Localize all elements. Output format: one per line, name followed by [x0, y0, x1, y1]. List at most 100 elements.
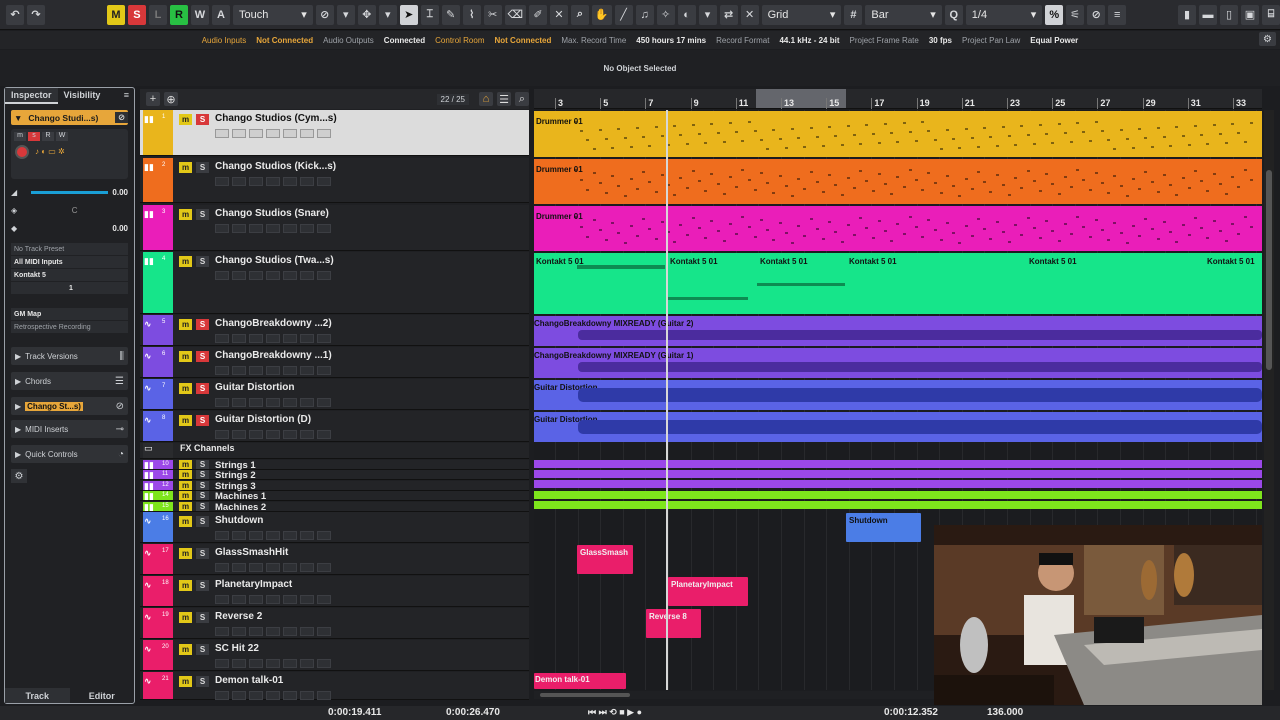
channel-settings-button[interactable] — [266, 659, 280, 668]
monitor-button[interactable] — [232, 224, 246, 233]
write-button[interactable] — [300, 398, 314, 407]
quantize-icon[interactable]: Q — [944, 4, 963, 25]
record-enable-button[interactable] — [215, 659, 229, 668]
expand-button[interactable] — [317, 224, 331, 233]
erase-tool-icon[interactable]: ⌫ — [504, 4, 526, 25]
solo-button[interactable]: S — [196, 612, 209, 623]
channel-settings-button[interactable] — [266, 366, 280, 375]
solo-mode-button[interactable]: S — [127, 4, 146, 25]
toolbar-menu-icon[interactable]: ≡ — [1108, 4, 1127, 25]
channel-field[interactable]: 1 — [11, 282, 128, 294]
read-button[interactable] — [283, 398, 297, 407]
track-name[interactable]: Chango Studios (Twa...s) — [215, 255, 334, 266]
track-row[interactable]: ∿ 19 m S Reverse 2 — [140, 608, 529, 639]
section-midi-inserts[interactable]: ▶ MIDI Inserts ⊸ — [11, 420, 128, 438]
track-row[interactable]: ∿ 18 m S PlanetaryImpact — [140, 576, 529, 607]
solo-button[interactable]: S — [196, 114, 209, 125]
add-track-icon[interactable]: + — [146, 92, 160, 106]
object-selection-tool-icon[interactable]: ➤ — [399, 4, 418, 25]
channel-settings-button[interactable] — [266, 129, 280, 138]
record-enable-button[interactable] — [215, 595, 229, 604]
track-name[interactable]: Chango Studios (Kick...s) — [215, 161, 336, 172]
read-button[interactable] — [283, 659, 297, 668]
read-button[interactable] — [283, 691, 297, 700]
lane-machines-1[interactable] — [534, 491, 1262, 499]
mute-button[interactable]: m — [179, 114, 192, 125]
record-enable-button[interactable] — [215, 563, 229, 572]
write-button[interactable] — [300, 271, 314, 280]
expand-button[interactable] — [317, 271, 331, 280]
automation-options-icon[interactable]: ▾ — [336, 4, 355, 25]
track-row[interactable]: ∿ 20 m S SC Hit 22 — [140, 640, 529, 671]
gear-icon[interactable]: ⚙ — [1259, 32, 1276, 46]
monitor-icon[interactable]: ♪ ◐ ▭ ✲ — [35, 147, 65, 156]
automation-panel-button[interactable]: A — [211, 4, 230, 25]
write-button[interactable] — [300, 691, 314, 700]
section-chords[interactable]: ▶ Chords ☰ — [11, 372, 128, 390]
track-row[interactable]: ▮▮ 2 m S Chango Studios (Kick...s) — [140, 158, 529, 203]
tab-inspector[interactable]: Inspector — [5, 88, 58, 104]
scroll-thumb[interactable] — [1266, 170, 1272, 370]
add-folder-icon[interactable]: ⊕ — [164, 92, 178, 106]
audio-inputs-value[interactable]: Not Connected — [256, 36, 313, 45]
lane-breakdown-2[interactable]: ChangoBreakdowny MIXREADY (Guitar 2) — [534, 316, 1262, 346]
tempo-value[interactable]: 136.000 — [987, 707, 1023, 718]
grid-icon[interactable]: # — [844, 4, 863, 25]
drum-map-field[interactable]: GM Map — [11, 308, 128, 320]
edit-button[interactable] — [249, 366, 263, 375]
read-button[interactable] — [283, 129, 297, 138]
delay-row[interactable]: ◆ 0.00 — [11, 219, 128, 237]
lane-machines-2[interactable] — [534, 501, 1262, 509]
track-row[interactable]: ▮▮ 1 m S Chango Studios (Cym...s) — [140, 110, 529, 156]
record-enable-icon[interactable] — [15, 145, 29, 159]
delete-tool-icon[interactable]: ✕ — [549, 4, 568, 25]
record-enable-button[interactable] — [215, 531, 229, 540]
track-row[interactable]: ∿ 7 m S Guitar Distortion — [140, 379, 529, 410]
window-layout-icon[interactable]: ⌸ — [1262, 4, 1280, 25]
channel-settings-button[interactable] — [266, 563, 280, 572]
record-enable-button[interactable] — [215, 334, 229, 343]
lower-zone-icon[interactable]: ▬ — [1199, 4, 1217, 25]
track-name[interactable]: FX Channels — [180, 443, 235, 453]
edit-button[interactable] — [249, 563, 263, 572]
track-row[interactable]: ∿ 6 m S ChangoBreakdowny ...1) — [140, 347, 529, 378]
edit-button[interactable] — [249, 224, 263, 233]
solo-button[interactable]: S — [196, 548, 209, 559]
lane-twang[interactable]: Kontakt 5 01 Kontakt 5 01 Kontakt 5 01 K… — [534, 253, 1262, 314]
mute-button[interactable]: m — [179, 644, 192, 655]
track-row[interactable]: ∿ 8 m S Guitar Distortion (D) — [140, 411, 529, 442]
edit-instrument-icon[interactable]: ⊘ — [115, 112, 128, 123]
volume-row[interactable]: ◢ 0.00 — [11, 183, 128, 201]
channel-settings-button[interactable] — [266, 224, 280, 233]
solo-button[interactable]: S — [196, 516, 209, 527]
lane-guitar-distortion-d[interactable]: Guitar Distortion — [534, 412, 1262, 442]
expand-button[interactable] — [317, 177, 331, 186]
section-track-versions[interactable]: ▶ Track Versions ⫼ — [11, 347, 128, 365]
record-enable-button[interactable] — [215, 398, 229, 407]
monitor-button[interactable] — [232, 366, 246, 375]
channel-settings-button[interactable] — [266, 430, 280, 439]
home-icon[interactable]: ⌂ — [479, 92, 493, 106]
monitor-button[interactable] — [232, 691, 246, 700]
undo-icon[interactable]: ↶ — [6, 4, 24, 25]
monitor-button[interactable] — [232, 398, 246, 407]
mute-button[interactable]: m — [179, 209, 192, 220]
timewarp-tool-icon[interactable]: ✧ — [656, 4, 675, 25]
left-zone-icon[interactable]: ▮ — [1178, 4, 1196, 25]
read-button[interactable] — [283, 627, 297, 636]
write-button[interactable] — [300, 129, 314, 138]
expand-button[interactable] — [317, 563, 331, 572]
vertical-scrollbar[interactable] — [1264, 110, 1274, 690]
write-button[interactable] — [300, 224, 314, 233]
clip-glass-smash[interactable]: GlassSmash — [577, 545, 633, 574]
audio-inputs-label[interactable]: Audio Inputs — [202, 36, 246, 45]
monitor-button[interactable] — [232, 595, 246, 604]
arrow-tool-menu-icon[interactable]: ▾ — [378, 4, 397, 25]
record-format-label[interactable]: Record Format — [716, 36, 769, 45]
mute-button[interactable]: m — [179, 580, 192, 591]
edit-button[interactable] — [249, 430, 263, 439]
edit-button[interactable] — [249, 398, 263, 407]
hand-tool-icon[interactable]: ✋ — [591, 4, 612, 25]
control-room-value[interactable]: Not Connected — [495, 36, 552, 45]
solo-button[interactable]: S — [196, 491, 209, 500]
